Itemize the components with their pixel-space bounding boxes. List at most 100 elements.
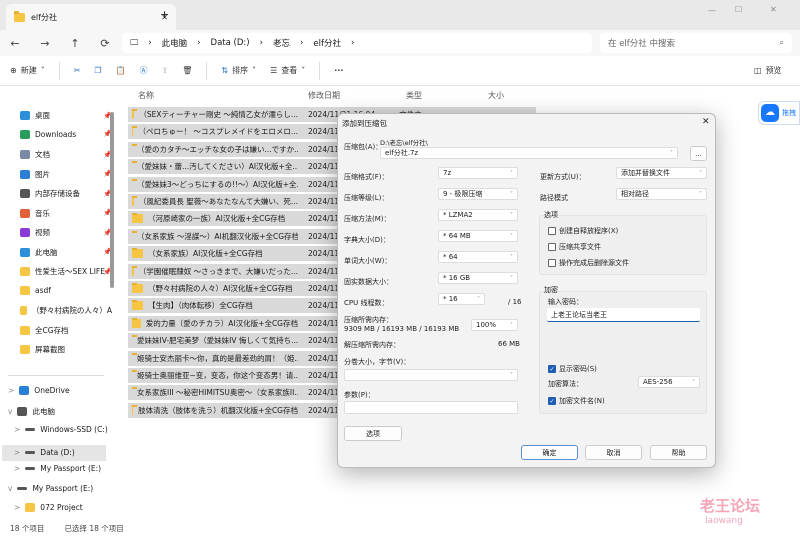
- expand-chevron-icon[interactable]: v: [8, 484, 12, 493]
- ok-button[interactable]: 确定: [521, 445, 578, 460]
- new-label: 新建: [20, 66, 37, 75]
- column-header-type[interactable]: 类型: [406, 90, 422, 101]
- address-bar[interactable]: 🖵 › 此电脑 › Data (D:) › 老忘 › elf分社 ›: [122, 33, 592, 53]
- sidebar-item[interactable]: 屏幕截图: [20, 344, 112, 355]
- level-value: 9 - 极限压缩: [443, 190, 483, 198]
- tree-item[interactable]: >072 Project: [14, 503, 118, 512]
- expand-chevron-icon[interactable]: >: [14, 503, 20, 512]
- preview-button[interactable]: ◫ 预览: [754, 65, 782, 76]
- expand-chevron-icon[interactable]: >: [14, 464, 20, 473]
- more-button[interactable]: ···: [334, 66, 343, 75]
- dict-select[interactable]: * 64 MB ˅: [438, 230, 518, 242]
- help-button[interactable]: 帮助: [650, 445, 707, 460]
- format-label: 压缩格式(F)：: [344, 173, 389, 181]
- sidebar-item[interactable]: 视频 📌: [20, 227, 112, 238]
- column-header-name[interactable]: 名称: [138, 90, 154, 101]
- path-mode-select[interactable]: 相对路径 ˅: [616, 188, 707, 200]
- sfx-checkbox[interactable]: 创建自释放程序(X): [548, 226, 618, 236]
- tree-item[interactable]: > Data (D:): [2, 444, 106, 461]
- dialog-close-button[interactable]: ✕: [702, 117, 710, 127]
- sidebar-item[interactable]: 全CG存档: [20, 325, 112, 336]
- tree-item[interactable]: v 此电脑: [8, 406, 112, 417]
- params-input[interactable]: [344, 401, 518, 414]
- breadcrumb-item[interactable]: elf分社: [313, 37, 341, 49]
- encrypt-names-label: 加密文件名(N): [559, 397, 605, 405]
- cut-icon[interactable]: ✂: [74, 66, 81, 75]
- breadcrumb-item[interactable]: 老忘: [273, 37, 290, 49]
- tab-elf[interactable]: elf分社 ✕: [6, 4, 176, 30]
- format-select[interactable]: 7z ˅: [438, 167, 518, 179]
- sidebar-item[interactable]: 文档 📌: [20, 149, 112, 160]
- sidebar-item[interactable]: 音乐 📌: [20, 208, 112, 219]
- close-window-button[interactable]: ✕: [770, 5, 777, 14]
- back-button[interactable]: ←: [0, 37, 30, 50]
- dict-value: * 64 MB: [443, 232, 471, 240]
- shared-checkbox[interactable]: 压缩共享文件: [548, 242, 601, 252]
- delete-icon[interactable]: 🗑: [182, 66, 192, 75]
- rename-icon[interactable]: Ⓐ: [140, 65, 148, 76]
- computer-icon: 🖵: [130, 38, 139, 48]
- sidebar-item[interactable]: Downloads 📌: [20, 129, 112, 139]
- tree-item[interactable]: > OneDrive: [8, 386, 112, 395]
- expand-chevron-icon[interactable]: >: [14, 448, 20, 457]
- options-button[interactable]: 选项: [344, 426, 402, 441]
- refresh-button[interactable]: ⟳: [90, 37, 120, 50]
- folder-icon: [132, 265, 137, 276]
- encrypt-names-checkbox[interactable]: ✓ 加密文件名(N): [548, 396, 605, 406]
- archive-name-combo[interactable]: elf分社.7z ˅: [380, 147, 678, 159]
- share-icon[interactable]: ⇪: [162, 66, 169, 75]
- search-input[interactable]: 在 elf分社 中搜索 ⌕: [600, 33, 792, 53]
- sidebar-scrollbar[interactable]: [110, 112, 114, 288]
- file-date: 2024/11: [308, 301, 340, 311]
- sidebar-item[interactable]: 内部存储设备 📌: [20, 188, 112, 199]
- breadcrumb-item[interactable]: Data (D:): [211, 38, 250, 48]
- column-header-size[interactable]: 大小: [488, 90, 504, 101]
- sidebar-item[interactable]: 性爱生活～SEX LIFE 📌: [20, 266, 112, 277]
- sidebar-item[interactable]: 桌面 📌: [20, 110, 112, 121]
- tree-item-label: Data (D:): [40, 448, 75, 457]
- sidebar-item[interactable]: （野々村病院の人々）A: [20, 305, 112, 316]
- new-tab-button[interactable]: +: [160, 8, 169, 21]
- word-select[interactable]: * 64 ˅: [438, 251, 518, 263]
- expand-chevron-icon[interactable]: v: [8, 407, 12, 416]
- method-select[interactable]: * LZMA2 ˅: [438, 209, 518, 221]
- maximize-button[interactable]: ☐: [735, 5, 742, 14]
- up-button[interactable]: ↑: [60, 37, 90, 50]
- mem-percent-select[interactable]: 100% ˅: [471, 319, 518, 331]
- copy-icon[interactable]: ❐: [94, 66, 101, 75]
- archive-label: 压缩包(A)：: [344, 143, 383, 151]
- command-bar: ⊕ 新建 ˅ ✂ ❐ 📋 Ⓐ ⇪ 🗑 ⇅ 排序 ˅ ☰ 查看 ˅ ··· ◫ 预览: [0, 56, 800, 86]
- delete-source-checkbox[interactable]: 操作完成后删除源文件: [548, 258, 629, 268]
- column-header-date[interactable]: 修改日期: [308, 90, 340, 101]
- tree-item[interactable]: v My Passport (E:): [8, 484, 112, 493]
- level-select[interactable]: 9 - 极限压缩 ˅: [438, 188, 518, 200]
- paste-icon[interactable]: 📋: [116, 66, 126, 75]
- solid-select[interactable]: * 16 GB ˅: [438, 272, 518, 284]
- breadcrumb-item[interactable]: 此电脑: [162, 37, 188, 49]
- file-date: 2024/11: [308, 388, 340, 398]
- cancel-button[interactable]: 取消: [585, 445, 642, 460]
- cpu-select[interactable]: * 16 ˅: [438, 293, 485, 305]
- file-name: 愛妹妹IV-肥宅美梦（愛妹妹IV 悔しくて気持ち...: [128, 335, 298, 346]
- update-select[interactable]: 添加并替换文件 ˅: [616, 167, 707, 179]
- expand-chevron-icon[interactable]: >: [14, 425, 20, 434]
- split-combo[interactable]: ˅: [344, 369, 518, 381]
- sidebar-item[interactable]: 此电脑 📌: [20, 247, 112, 258]
- sidebar-item[interactable]: asdf: [20, 285, 112, 295]
- forward-button[interactable]: →: [30, 37, 60, 50]
- sort-button[interactable]: ⇅ 排序 ˅: [221, 65, 256, 76]
- password-input[interactable]: 上老王论坛当老王: [547, 308, 700, 322]
- minimize-button[interactable]: —: [708, 6, 716, 15]
- expand-chevron-icon[interactable]: >: [8, 386, 14, 395]
- enc-method-select[interactable]: AES-256 ˅: [638, 376, 700, 388]
- baidu-netdisk-float[interactable]: ☁ 拖拽: [758, 101, 800, 125]
- view-button[interactable]: ☰ 查看 ˅: [270, 65, 305, 76]
- tree-item[interactable]: > My Passport (E:): [14, 464, 118, 473]
- new-button[interactable]: ⊕ 新建 ˅: [10, 65, 45, 76]
- tree-item[interactable]: > Windows-SSD (C:): [14, 425, 118, 434]
- file-name: 爱的力量（愛のチカラ）AI汉化版+全CG存档: [128, 317, 298, 329]
- show-password-checkbox[interactable]: ✓ 显示密码(S): [548, 364, 597, 374]
- address-row: ← → ↑ ⟳ 🖵 › 此电脑 › Data (D:) › 老忘 › elf分社 › 在 …: [0, 30, 800, 56]
- browse-button[interactable]: ...: [690, 146, 707, 161]
- sidebar-item[interactable]: 图片 📌: [20, 169, 112, 180]
